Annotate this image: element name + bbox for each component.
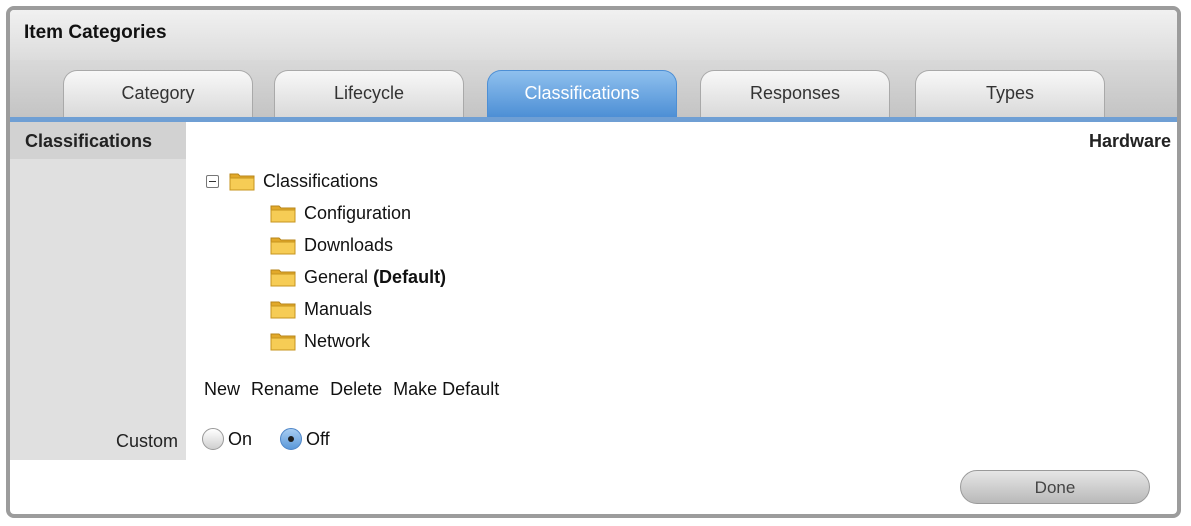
tree-item-label: General [304, 266, 369, 287]
label-column: Classifications [10, 122, 186, 460]
tab-classifications[interactable]: Classifications [487, 70, 677, 117]
tree-actions: New Rename Delete Make Default [204, 379, 505, 400]
item-categories-panel: Item Categories Category Lifecycle Class… [6, 6, 1181, 518]
custom-on-radio[interactable] [202, 428, 224, 450]
custom-label: Custom [116, 431, 179, 451]
folder-icon [270, 237, 296, 255]
tab-category[interactable]: Category [63, 70, 253, 117]
tab-responses[interactable]: Responses [700, 70, 890, 117]
tree-item-label: Configuration [304, 202, 412, 223]
default-marker: (Default) [373, 266, 447, 287]
tab-types[interactable]: Types [915, 70, 1105, 117]
section-title: Classifications [25, 131, 153, 151]
done-button[interactable]: Done [960, 470, 1150, 504]
custom-on-option[interactable]: On [202, 428, 252, 450]
tree-item-network[interactable]: Network [270, 328, 370, 354]
tree-item-label: Manuals [304, 298, 373, 319]
tree-item-configuration[interactable]: Configuration [270, 200, 411, 226]
tree-item-label: Network [304, 330, 371, 351]
custom-off-radio[interactable] [280, 428, 302, 450]
folder-icon [270, 333, 296, 351]
panel-title: Item Categories [24, 22, 167, 43]
custom-off-option[interactable]: Off [280, 428, 330, 450]
section-header: Classifications [10, 122, 186, 159]
tab-lifecycle[interactable]: Lifecycle [274, 70, 464, 117]
folder-icon [270, 205, 296, 223]
folder-icon [270, 301, 296, 319]
custom-on-label: On [228, 428, 253, 449]
tree-item-downloads[interactable]: Downloads [270, 232, 393, 258]
delete-link[interactable]: Delete [330, 379, 382, 399]
tree-item-manuals[interactable]: Manuals [270, 296, 372, 322]
tree-item-general[interactable]: General (Default) [270, 264, 446, 290]
panel-header: Item Categories [10, 10, 1177, 60]
tab-bar: Category Lifecycle Classifications Respo… [10, 60, 1177, 122]
new-link[interactable]: New [204, 379, 240, 399]
tree-root[interactable]: Classifications [206, 168, 378, 194]
make-default-link[interactable]: Make Default [393, 379, 499, 399]
folder-icon [229, 173, 255, 191]
tree-root-label: Classifications [263, 170, 379, 191]
collapse-icon[interactable] [206, 174, 219, 188]
tree-item-label: Downloads [304, 234, 394, 255]
custom-off-label: Off [306, 428, 330, 449]
folder-icon [270, 269, 296, 287]
rename-link[interactable]: Rename [251, 379, 319, 399]
record-name: Hardware [1088, 131, 1171, 151]
